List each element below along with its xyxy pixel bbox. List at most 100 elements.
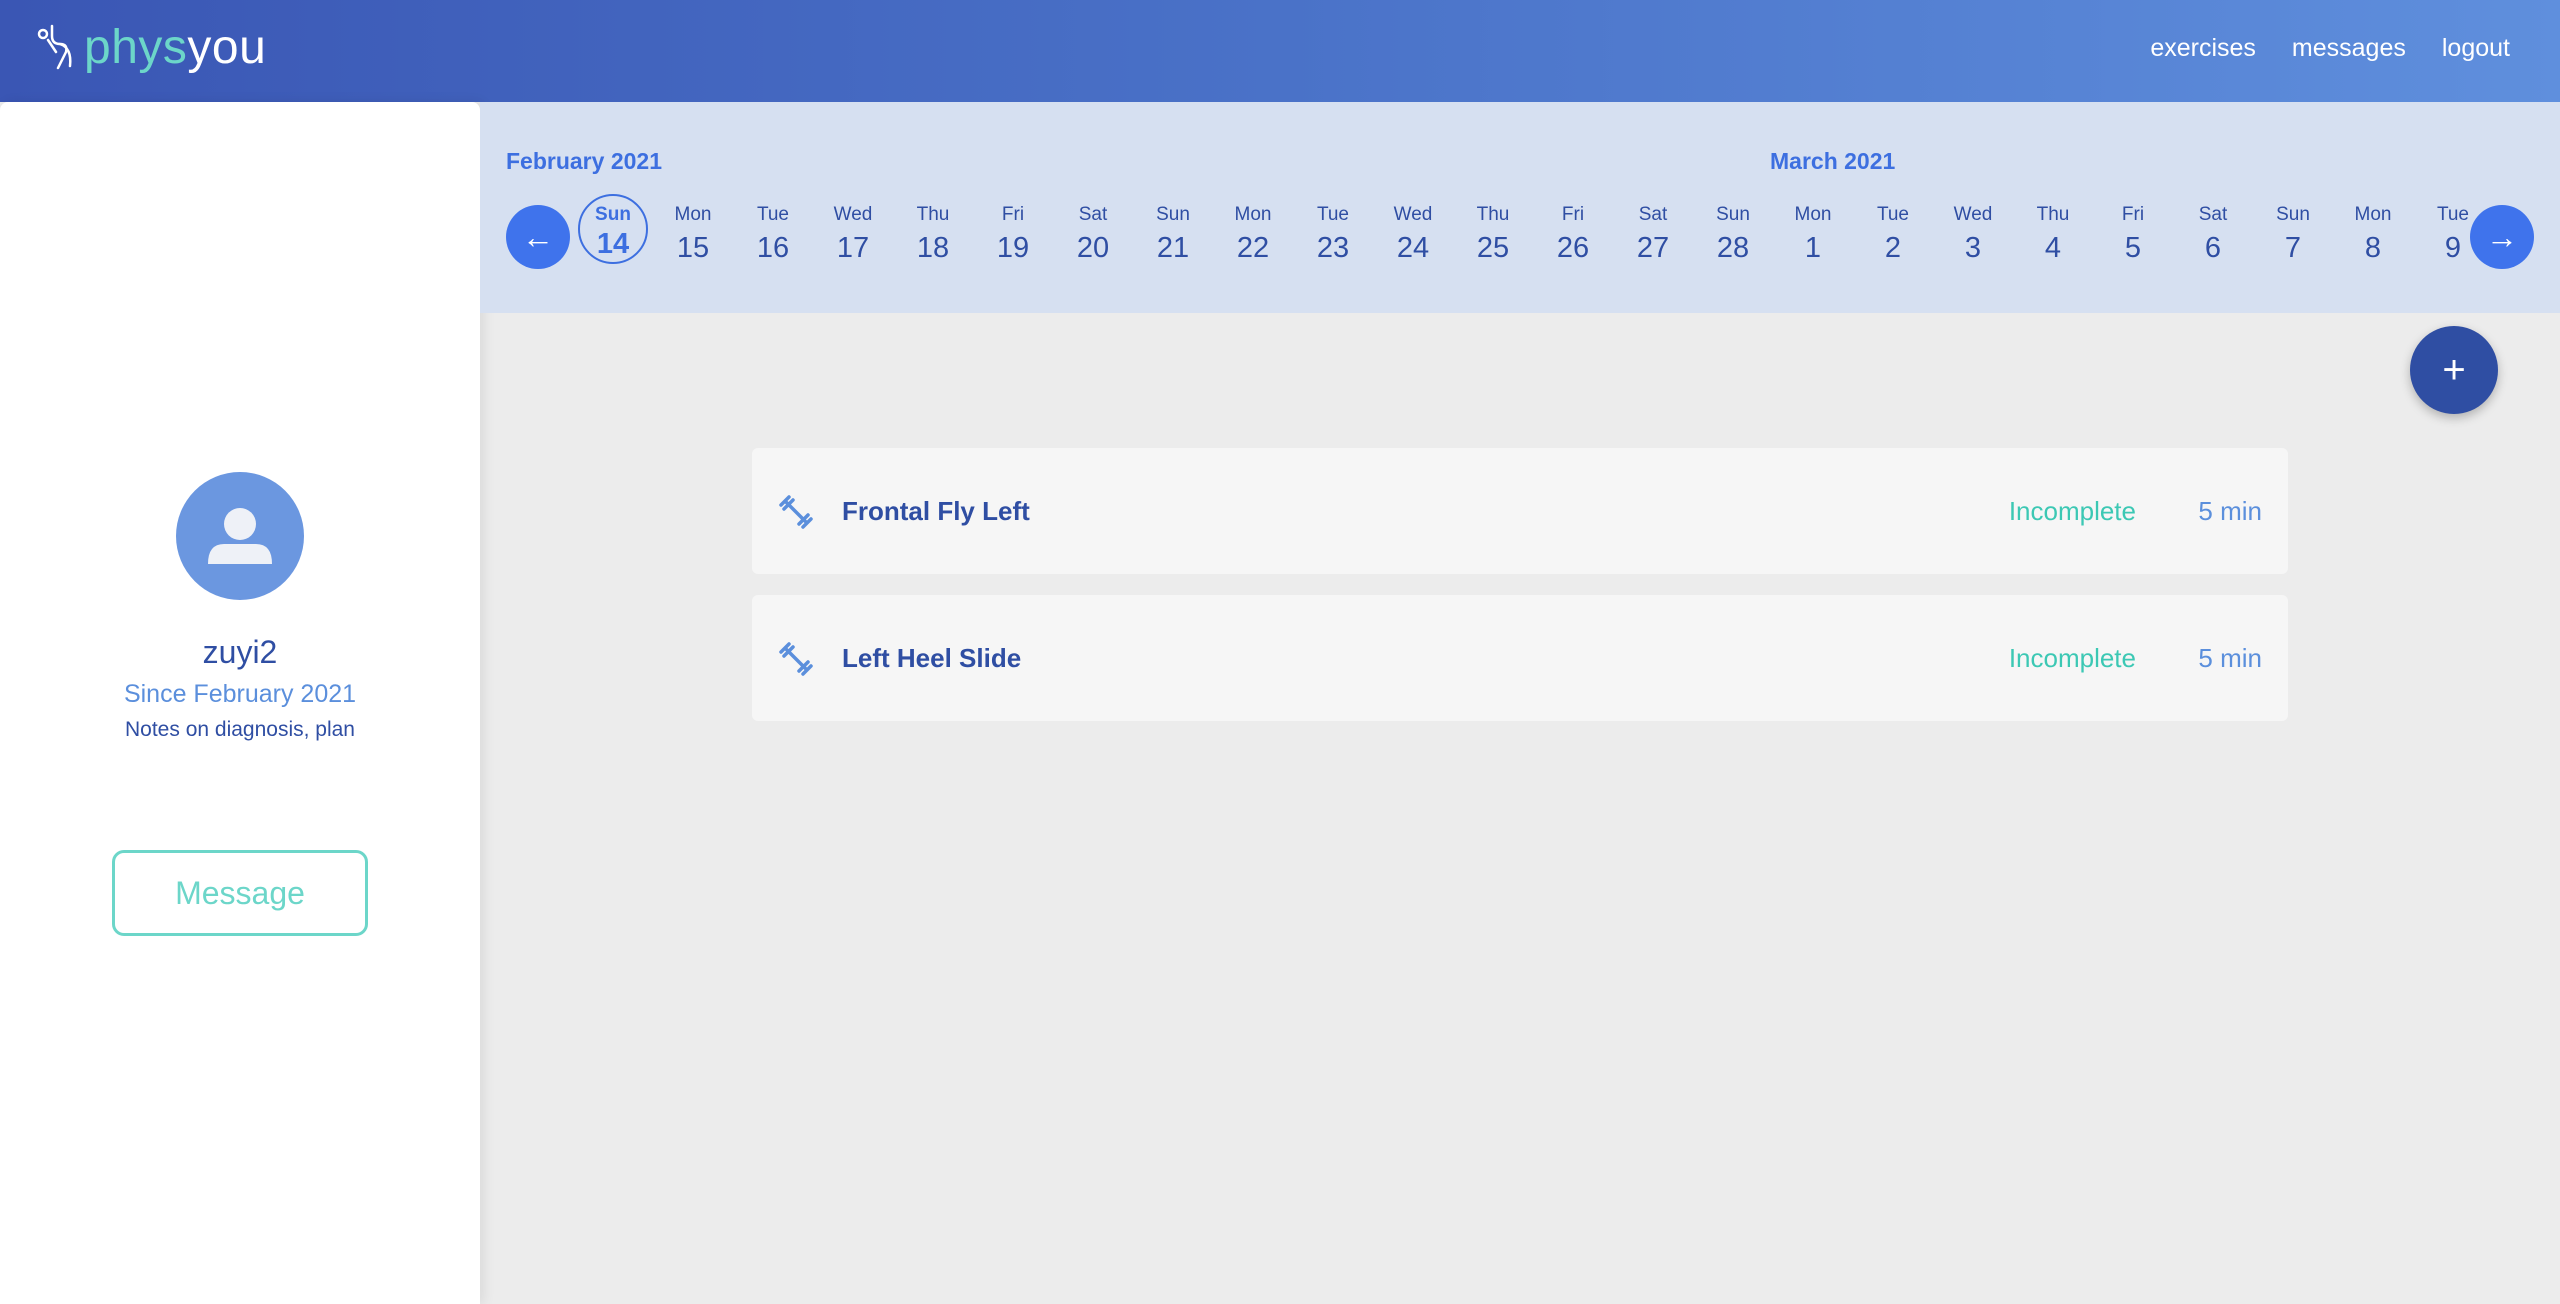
dumbbell-icon <box>779 642 813 676</box>
day-name: Mon <box>2354 204 2392 225</box>
day-thu-18[interactable]: Thu 18 <box>898 200 968 272</box>
prev-week-button[interactable]: ← <box>506 205 570 269</box>
day-name: Wed <box>1953 204 1993 225</box>
day-name: Tue <box>756 204 790 225</box>
day-name: Fri <box>1561 204 1585 225</box>
day-number: 25 <box>1476 232 1510 264</box>
day-tue-2[interactable]: Tue 2 <box>1858 200 1928 272</box>
exercise-duration: 5 min <box>2198 496 2262 526</box>
day-number: 23 <box>1316 232 1350 264</box>
top-nav: exercises messages logout <box>2150 34 2510 63</box>
day-number: 7 <box>2284 232 2302 264</box>
patient-since: Since February 2021 <box>123 680 357 708</box>
day-mon-22[interactable]: Mon 22 <box>1218 200 1288 272</box>
add-exercise-button[interactable]: + <box>2410 326 2498 414</box>
day-number: 19 <box>996 232 1030 264</box>
message-button[interactable]: Message <box>112 850 368 936</box>
day-name: Sun <box>2276 204 2310 225</box>
nav-messages-link[interactable]: messages <box>2292 34 2406 63</box>
runner-logo-icon <box>37 24 72 70</box>
app-title: physyou <box>84 21 267 74</box>
day-mon-8[interactable]: Mon 8 <box>2338 200 2408 272</box>
day-name: Fri <box>1001 204 1025 225</box>
day-number: 15 <box>676 232 710 264</box>
day-name: Tue <box>1876 204 1910 225</box>
arrow-right-icon: → <box>2486 218 2518 255</box>
nav-exercises-link[interactable]: exercises <box>2150 34 2256 63</box>
day-number: 8 <box>2364 232 2382 264</box>
day-name: Thu <box>1476 204 1510 225</box>
exercise-name: Frontal Fly Left <box>842 496 1030 526</box>
day-number: 22 <box>1236 232 1270 264</box>
day-thu-25[interactable]: Thu 25 <box>1458 200 1528 272</box>
day-number: 27 <box>1636 232 1670 264</box>
day-mon-15[interactable]: Mon 15 <box>658 200 728 272</box>
day-name: Wed <box>1393 204 1433 225</box>
day-number: 4 <box>2044 232 2062 264</box>
day-name: Sun <box>1716 204 1750 225</box>
month-label-march: March 2021 <box>1770 148 1896 174</box>
day-number: 20 <box>1076 232 1110 264</box>
day-number: 21 <box>1156 232 1190 264</box>
patient-profile-sidebar: zuyi2 Since February 2021 Notes on diagn… <box>0 102 480 1304</box>
day-name: Mon <box>1234 204 1272 225</box>
exercise-status: Incomplete <box>2008 643 2136 673</box>
exercise-name: Left Heel Slide <box>842 643 1022 673</box>
day-name: Wed <box>833 204 873 225</box>
day-number: 16 <box>756 232 790 264</box>
day-sun-21[interactable]: Sun 21 <box>1138 200 1208 272</box>
date-strip: February 2021 March 2021 ← Sun 14 Mon 15 Tue… <box>480 102 2560 313</box>
nav-logout-link[interactable]: logout <box>2442 34 2510 63</box>
day-sat-6[interactable]: Sat 6 <box>2178 200 2248 272</box>
next-week-button[interactable]: → <box>2470 205 2534 269</box>
day-name: Thu <box>2036 204 2070 225</box>
day-tue-16[interactable]: Tue 16 <box>738 200 808 272</box>
exercise-duration: 5 min <box>2198 643 2262 673</box>
day-sat-27[interactable]: Sat 27 <box>1618 200 1688 272</box>
day-wed-24[interactable]: Wed 24 <box>1378 200 1448 272</box>
day-mon-1[interactable]: Mon 1 <box>1778 200 1848 272</box>
day-number: 24 <box>1396 232 1430 264</box>
day-sun-7[interactable]: Sun 7 <box>2258 200 2328 272</box>
user-icon <box>208 508 272 564</box>
day-tue-23[interactable]: Tue 23 <box>1298 200 1368 272</box>
day-name: Thu <box>916 204 950 225</box>
day-wed-17[interactable]: Wed 17 <box>818 200 888 272</box>
day-name: Sun <box>595 204 631 225</box>
day-sat-20[interactable]: Sat 20 <box>1058 200 1128 272</box>
day-number: 26 <box>1556 232 1590 264</box>
day-name: Sat <box>2198 204 2228 225</box>
day-thu-4[interactable]: Thu 4 <box>2018 200 2088 272</box>
day-fri-26[interactable]: Fri 26 <box>1538 200 1608 272</box>
plus-icon: + <box>2442 347 2466 392</box>
top-header: physyou exercises messages logout <box>0 0 2560 102</box>
dumbbell-icon <box>779 495 813 529</box>
arrow-left-icon: ← <box>522 218 554 255</box>
exercise-status: Incomplete <box>2008 496 2136 526</box>
day-name: Sat <box>1638 204 1668 225</box>
day-number: 14 <box>596 228 630 260</box>
day-name: Fri <box>2121 204 2145 225</box>
day-number: 18 <box>916 232 950 264</box>
patient-notes: Notes on diagnosis, plan <box>125 718 355 741</box>
day-name: Mon <box>674 204 712 225</box>
day-number: 28 <box>1716 232 1750 264</box>
day-number: 2 <box>1884 232 1902 264</box>
day-name: Tue <box>1316 204 1350 225</box>
day-sun-14[interactable]: Sun 14 <box>578 194 648 264</box>
patient-username: zuyi2 <box>202 634 278 670</box>
day-fri-19[interactable]: Fri 19 <box>978 200 1048 272</box>
day-name: Sun <box>1156 204 1190 225</box>
day-number: 5 <box>2124 232 2142 264</box>
day-sun-28[interactable]: Sun 28 <box>1698 200 1768 272</box>
day-wed-3[interactable]: Wed 3 <box>1938 200 2008 272</box>
app-logo[interactable]: physyou <box>36 18 266 78</box>
exercise-card[interactable]: Left Heel Slide Incomplete 5 min <box>752 595 2288 721</box>
day-number: 17 <box>836 232 870 264</box>
day-fri-5[interactable]: Fri 5 <box>2098 200 2168 272</box>
day-number: 3 <box>1964 232 1982 264</box>
exercise-card[interactable]: Frontal Fly Left Incomplete 5 min <box>752 448 2288 574</box>
day-name: Sat <box>1078 204 1108 225</box>
day-name: Mon <box>1794 204 1832 225</box>
avatar <box>176 472 304 600</box>
